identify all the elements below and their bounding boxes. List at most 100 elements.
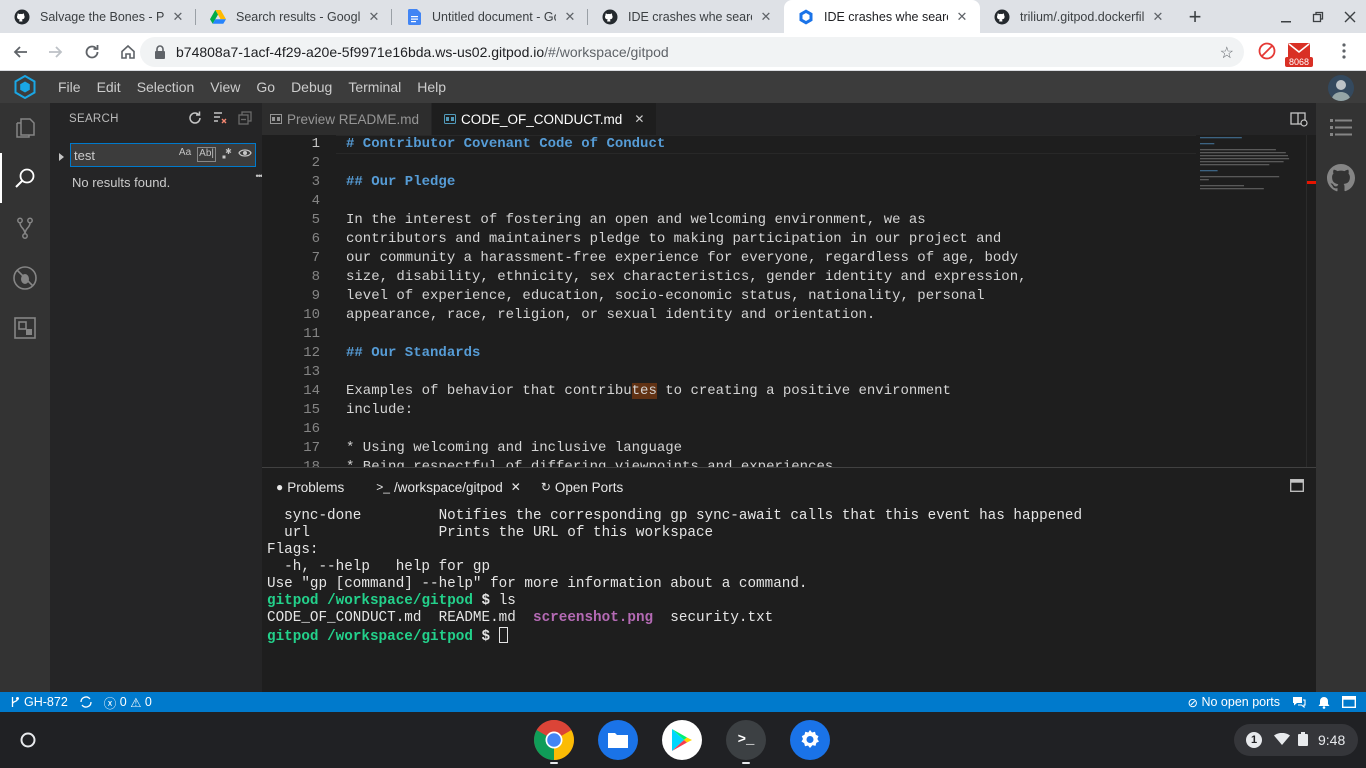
chat-icon[interactable]: [1286, 692, 1312, 712]
menu-terminal[interactable]: Terminal: [340, 71, 409, 103]
editor-line[interactable]: 17 * Using welcoming and inclusive langua…: [262, 439, 1316, 458]
extension-blocker-icon[interactable]: [1255, 39, 1279, 63]
tab-terminal[interactable]: >_ /workspace/gitpod ✕: [370, 468, 527, 506]
search-input[interactable]: test Aa Ab|: [70, 143, 256, 167]
menu-view[interactable]: View: [202, 71, 248, 103]
status-problems[interactable]: ⓧ 0 ⚠ 0: [98, 692, 158, 712]
maximize-panel-icon[interactable]: [1290, 479, 1304, 497]
google-docs-icon: [406, 8, 422, 25]
close-icon[interactable]: ✕: [634, 112, 644, 126]
close-icon[interactable]: ✕: [511, 480, 521, 494]
outline-list-icon[interactable]: [1316, 103, 1366, 153]
menu-go[interactable]: Go: [248, 71, 283, 103]
github-icon[interactable]: [1316, 153, 1366, 203]
browser-tab-active[interactable]: IDE crashes whe searchi ✕: [784, 0, 980, 33]
menu-selection[interactable]: Selection: [129, 71, 203, 103]
terminal-output[interactable]: sync-done Notifies the corresponding gp …: [267, 508, 1082, 646]
menu-file[interactable]: File: [50, 71, 89, 103]
close-tab-icon[interactable]: ✕: [1150, 9, 1166, 25]
terminal-app-icon[interactable]: >_: [726, 720, 766, 764]
url-field[interactable]: b74808a7-1acf-4f29-a20e-5f9971e16bda.ws-…: [140, 37, 1244, 67]
match-case-icon[interactable]: Aa: [179, 147, 191, 162]
extensions-icon[interactable]: [0, 303, 50, 353]
close-tab-icon[interactable]: ✕: [562, 9, 578, 25]
minimap[interactable]: [1196, 135, 1306, 467]
menu-debug[interactable]: Debug: [283, 71, 340, 103]
browser-menu-icon[interactable]: [1332, 39, 1356, 63]
eye-icon[interactable]: [238, 147, 252, 162]
split-editor-icon[interactable]: [1290, 111, 1308, 132]
editor-line[interactable]: 3 ## Our Pledge: [262, 173, 1316, 192]
editor-line[interactable]: 13: [262, 363, 1316, 382]
editor-line[interactable]: 2: [262, 154, 1316, 173]
debug-icon[interactable]: [0, 253, 50, 303]
editor-scrollbar[interactable]: [1306, 135, 1317, 467]
chrome-app-icon[interactable]: [534, 720, 574, 764]
collapse-all-icon[interactable]: [238, 111, 252, 130]
back-arrow-icon[interactable]: [4, 36, 36, 68]
close-window-icon[interactable]: [1334, 0, 1366, 33]
explorer-icon[interactable]: [0, 103, 50, 153]
sync-icon[interactable]: [74, 692, 98, 712]
editor-line[interactable]: 11: [262, 325, 1316, 344]
tab-problems[interactable]: ● Problems: [270, 468, 350, 506]
close-tab-icon[interactable]: ✕: [758, 9, 774, 25]
editor-line[interactable]: 15 include:: [262, 401, 1316, 420]
system-tray[interactable]: 1 9:48: [1234, 724, 1358, 756]
source-control-icon[interactable]: [0, 203, 50, 253]
tab-open-ports[interactable]: ↻ Open Ports: [535, 468, 629, 506]
minimize-icon[interactable]: [1270, 0, 1302, 33]
editor-line[interactable]: 16: [262, 420, 1316, 439]
reload-icon[interactable]: [76, 36, 108, 68]
layout-icon[interactable]: [1336, 692, 1366, 712]
close-tab-icon[interactable]: ✕: [170, 9, 186, 25]
editor-line[interactable]: 18 * Being respectful of differing viewpo…: [262, 458, 1316, 467]
search-icon[interactable]: [0, 153, 50, 203]
forward-arrow-icon[interactable]: [40, 36, 72, 68]
terminal-prompt-line: gitpod /workspace/gitpod $: [267, 627, 1082, 646]
editor-line[interactable]: 4: [262, 192, 1316, 211]
editor-line[interactable]: 8 size, disability, ethnicity, sex charac…: [262, 268, 1316, 287]
editor-line[interactable]: 6 contributors and maintainers pledge to …: [262, 230, 1316, 249]
new-tab-button[interactable]: +: [1180, 0, 1210, 33]
editor-line[interactable]: 9 level of experience, education, socio-e…: [262, 287, 1316, 306]
gmail-extension-icon[interactable]: 8068: [1285, 36, 1313, 67]
error-icon: ⓧ: [103, 696, 117, 711]
browser-tab[interactable]: Untitled document - Goo ✕: [392, 0, 588, 33]
tab-code-of-conduct[interactable]: CODE_OF_CONDUCT.md ✕: [432, 103, 658, 135]
editor-line[interactable]: 12 ## Our Standards: [262, 344, 1316, 363]
chevron-right-icon[interactable]: [58, 149, 66, 167]
browser-tab[interactable]: Search results - Google D ✕: [196, 0, 392, 33]
editor-line[interactable]: 1 # Contributor Covenant Code of Conduct: [262, 135, 1316, 154]
editor-line[interactable]: 10 appearance, race, religion, or sexual …: [262, 306, 1316, 325]
files-app-icon[interactable]: [598, 720, 638, 760]
close-tab-icon[interactable]: ✕: [954, 9, 970, 25]
minimap-line: [1200, 170, 1218, 172]
menu-help[interactable]: Help: [409, 71, 454, 103]
browser-tab[interactable]: IDE crashes whe searchi ✕: [588, 0, 784, 33]
code-editor[interactable]: 1 # Contributor Covenant Code of Conduct 2…: [262, 135, 1316, 467]
clear-results-icon[interactable]: [213, 111, 227, 130]
avatar[interactable]: [1328, 75, 1354, 101]
close-tab-icon[interactable]: ✕: [366, 9, 382, 25]
settings-gear-icon[interactable]: [790, 720, 830, 760]
browser-tab[interactable]: Salvage the Bones - PDF ✕: [0, 0, 196, 33]
launcher-icon[interactable]: [12, 724, 44, 756]
editor-line[interactable]: 7 our community a harassment-free experie…: [262, 249, 1316, 268]
status-ports[interactable]: ⊘ No open ports: [1182, 692, 1287, 712]
match-word-icon[interactable]: Ab|: [197, 147, 216, 162]
tab-preview-readme[interactable]: Preview README.md: [262, 103, 433, 135]
refresh-icon[interactable]: [188, 111, 202, 130]
browser-tab[interactable]: trilium/.gitpod.dockerfile ✕: [980, 0, 1176, 33]
menu-edit[interactable]: Edit: [89, 71, 129, 103]
regex-icon[interactable]: [222, 147, 232, 162]
line-text: Examples of behavior that contributes to…: [346, 383, 951, 399]
status-branch[interactable]: GH-872: [0, 692, 74, 712]
bookmark-star-icon[interactable]: ☆: [1220, 43, 1234, 63]
line-number: 5: [311, 212, 320, 228]
editor-line[interactable]: 5 In the interest of fostering an open an…: [262, 211, 1316, 230]
editor-line[interactable]: 14 Examples of behavior that contributes …: [262, 382, 1316, 401]
restore-icon[interactable]: [1302, 0, 1334, 33]
bell-icon[interactable]: [1312, 692, 1336, 712]
play-store-icon[interactable]: [662, 720, 702, 760]
